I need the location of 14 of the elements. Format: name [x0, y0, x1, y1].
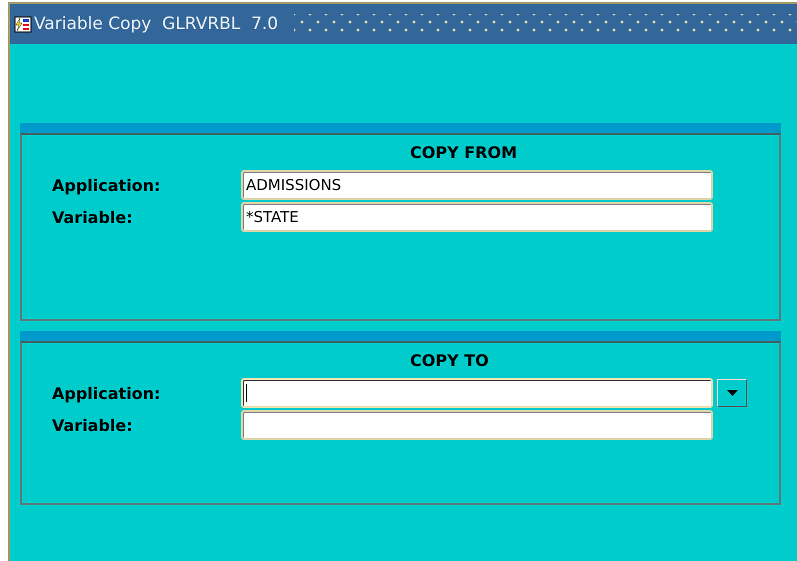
section-heading: COPY FROM	[410, 143, 517, 162]
field-label: Variable:	[51, 416, 134, 434]
input-field[interactable]: ADMISSIONS	[241, 170, 713, 200]
field-label: Application:	[51, 176, 162, 194]
input-field[interactable]	[241, 378, 713, 408]
input-field[interactable]	[241, 410, 713, 440]
dropdown-button[interactable]	[717, 379, 747, 407]
down-triangle-icon	[726, 390, 738, 396]
form-icon	[14, 15, 32, 33]
field-label: Variable:	[51, 208, 134, 226]
window-title: Variable Copy GLRVRBL 7.0	[34, 14, 278, 34]
section-heading: COPY TO	[410, 351, 489, 370]
field-label: Application:	[51, 384, 162, 402]
input-field[interactable]: *STATE	[241, 202, 713, 232]
